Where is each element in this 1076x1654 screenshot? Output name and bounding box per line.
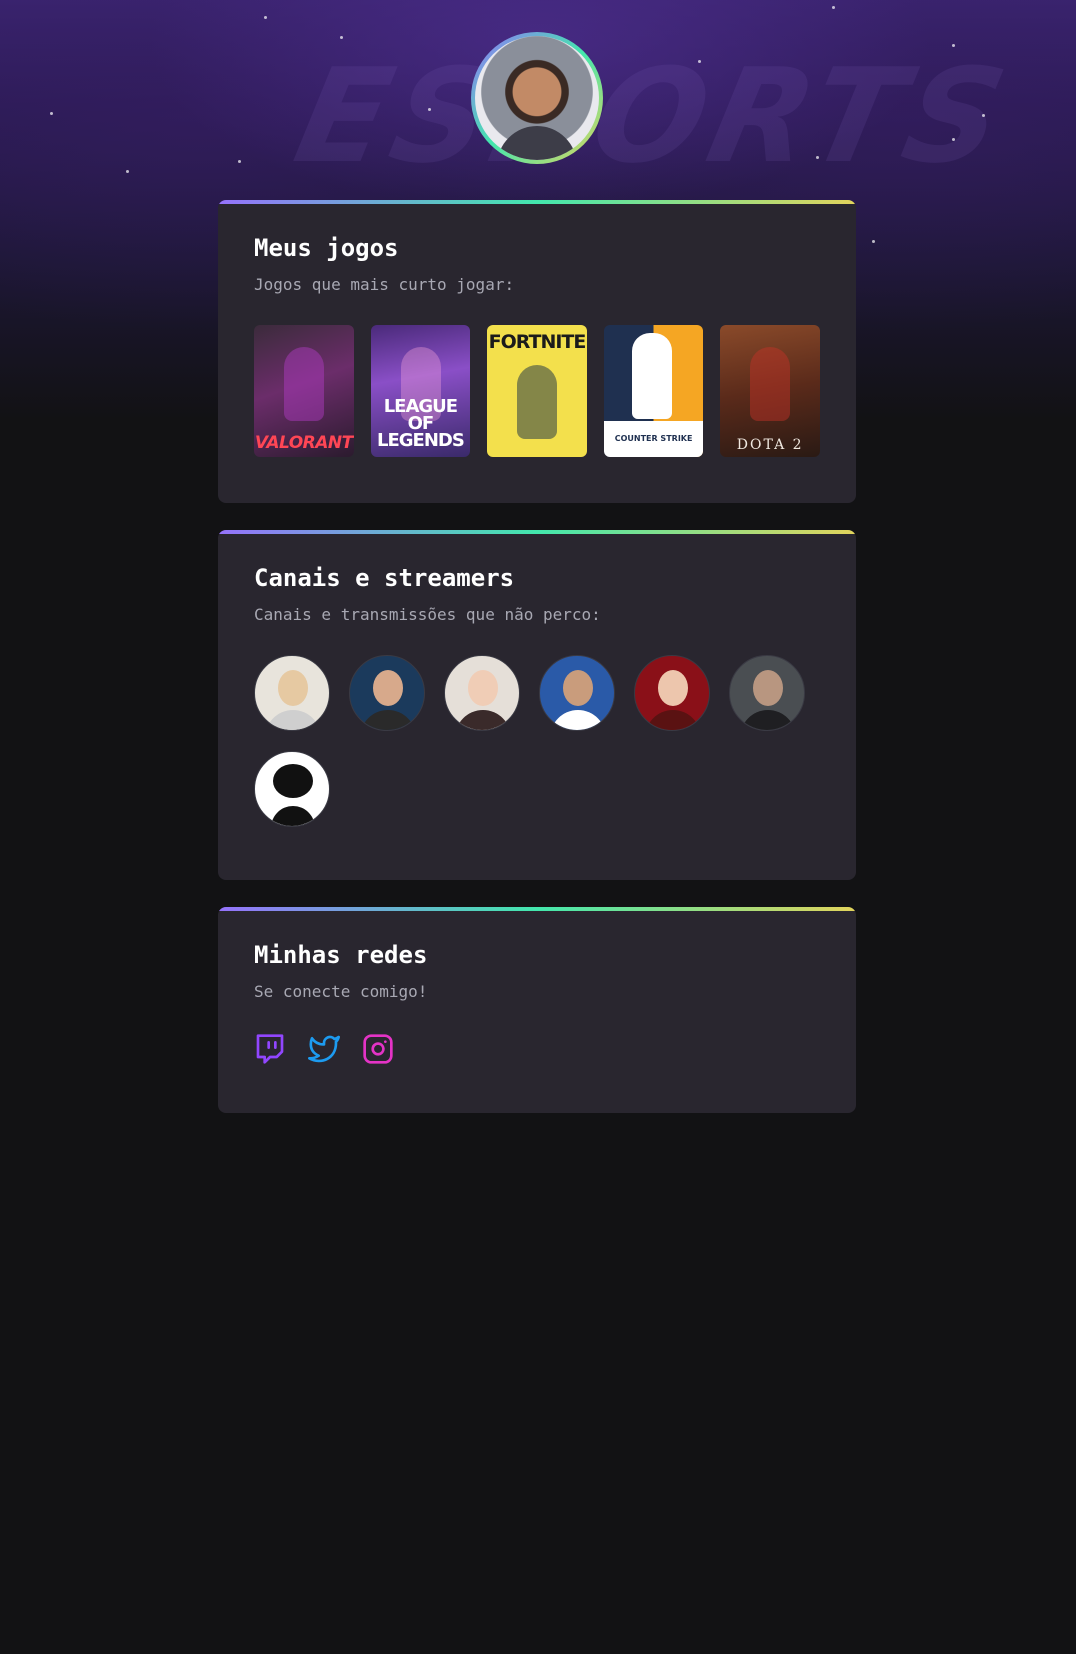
star-decoration — [238, 160, 241, 163]
game-label: DOTA 2 — [736, 437, 804, 453]
star-decoration — [698, 60, 701, 63]
games-card: Meus jogos Jogos que mais curto jogar: V… — [218, 200, 856, 503]
game-label: LEAGUE OF LEGENDS — [376, 396, 465, 451]
star-decoration — [428, 108, 431, 111]
game-dota-2[interactable]: DOTA 2 — [720, 325, 820, 457]
game-label: VALORANT — [254, 433, 353, 453]
star-decoration — [952, 138, 955, 141]
game-counter-strike[interactable]: COUNTER STRIKE — [603, 325, 704, 457]
profile-avatar — [471, 32, 603, 164]
streamer-avatar[interactable] — [539, 655, 615, 731]
star-decoration — [816, 156, 819, 159]
instagram-link[interactable] — [362, 1033, 394, 1065]
socials-subtitle: Se conecte comigo! — [254, 982, 428, 1001]
game-valorant[interactable]: VALORANT — [254, 325, 354, 457]
avatar — [475, 36, 599, 160]
streamers-card: Canais e streamers Canais e transmissões… — [218, 530, 856, 880]
game-label: COUNTER STRIKE — [603, 421, 704, 457]
star-decoration — [340, 36, 343, 39]
streamer-avatar[interactable] — [729, 655, 805, 731]
soldier-icon — [631, 333, 672, 419]
social-links — [254, 1033, 820, 1065]
star-decoration — [872, 240, 875, 243]
instagram-icon — [363, 1034, 393, 1064]
star-decoration — [982, 114, 985, 117]
games-subtitle: Jogos que mais curto jogar: — [254, 275, 515, 294]
streamer-avatar[interactable] — [254, 751, 330, 827]
twitter-icon — [308, 1035, 340, 1063]
streamers-list — [254, 655, 824, 827]
games-title: Meus jogos — [254, 234, 399, 262]
twitch-link[interactable] — [254, 1033, 286, 1065]
streamers-subtitle: Canais e transmissões que não perco: — [254, 605, 601, 624]
game-fortnite[interactable]: FORTNITE — [487, 325, 587, 457]
star-decoration — [50, 112, 53, 115]
streamers-title: Canais e streamers — [254, 564, 515, 592]
streamer-avatar[interactable] — [444, 655, 520, 731]
games-list: VALORANT LEAGUE OF LEGENDS FORTNITE COUN… — [254, 325, 820, 457]
socials-card: Minhas redes Se conecte comigo! — [218, 907, 856, 1113]
twitter-link[interactable] — [308, 1033, 340, 1065]
game-league-of-legends[interactable]: LEAGUE OF LEGENDS — [370, 325, 471, 457]
star-decoration — [832, 6, 835, 9]
game-label: FORTNITE — [488, 331, 587, 353]
twitch-icon — [256, 1034, 284, 1064]
esports-watermark: ESPORTS — [283, 40, 1023, 192]
star-decoration — [952, 44, 955, 47]
streamer-avatar[interactable] — [254, 655, 330, 731]
streamer-avatar[interactable] — [349, 655, 425, 731]
star-decoration — [264, 16, 267, 19]
streamer-avatar[interactable] — [634, 655, 710, 731]
socials-title: Minhas redes — [254, 941, 428, 969]
star-decoration — [126, 170, 129, 173]
